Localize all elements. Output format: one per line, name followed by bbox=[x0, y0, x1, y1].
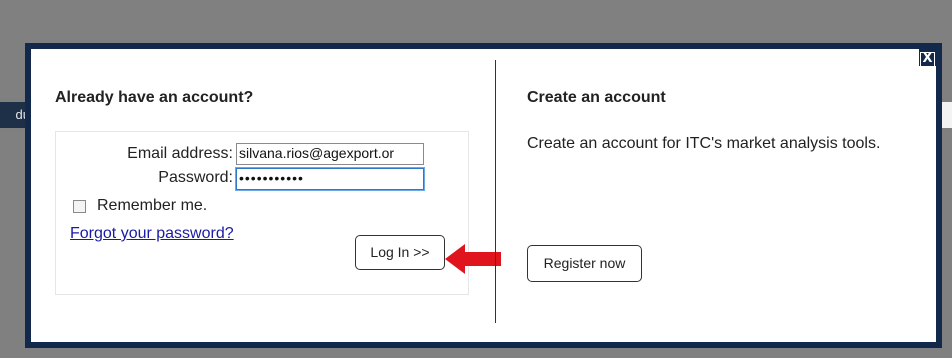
password-field[interactable]: ••••••••••• bbox=[236, 168, 424, 190]
email-field[interactable]: silvana.rios@agexport.or bbox=[236, 143, 424, 165]
email-label: Email address: bbox=[127, 145, 233, 162]
register-now-button[interactable]: Register now bbox=[527, 245, 642, 282]
remember-me-label[interactable]: Remember me. bbox=[97, 197, 207, 215]
create-account-title: Create an account bbox=[527, 89, 666, 106]
column-divider bbox=[495, 60, 496, 323]
forgot-password-link[interactable]: Forgot your password? bbox=[70, 225, 234, 243]
close-button[interactable]: X bbox=[919, 49, 936, 67]
red-arrow-icon bbox=[445, 244, 501, 274]
login-title: Already have an account? bbox=[55, 89, 254, 106]
close-icon[interactable]: X bbox=[920, 52, 935, 67]
login-button[interactable]: Log In >> bbox=[355, 235, 445, 270]
remember-me-row: Remember me. bbox=[73, 196, 207, 216]
login-modal: X Already have an account? Email address… bbox=[25, 43, 942, 348]
password-label: Password: bbox=[158, 169, 233, 186]
login-form: Email address: silvana.rios@agexport.or … bbox=[55, 131, 469, 295]
create-account-description: Create an account for ITC's market analy… bbox=[527, 135, 881, 152]
remember-me-checkbox[interactable] bbox=[73, 199, 86, 213]
